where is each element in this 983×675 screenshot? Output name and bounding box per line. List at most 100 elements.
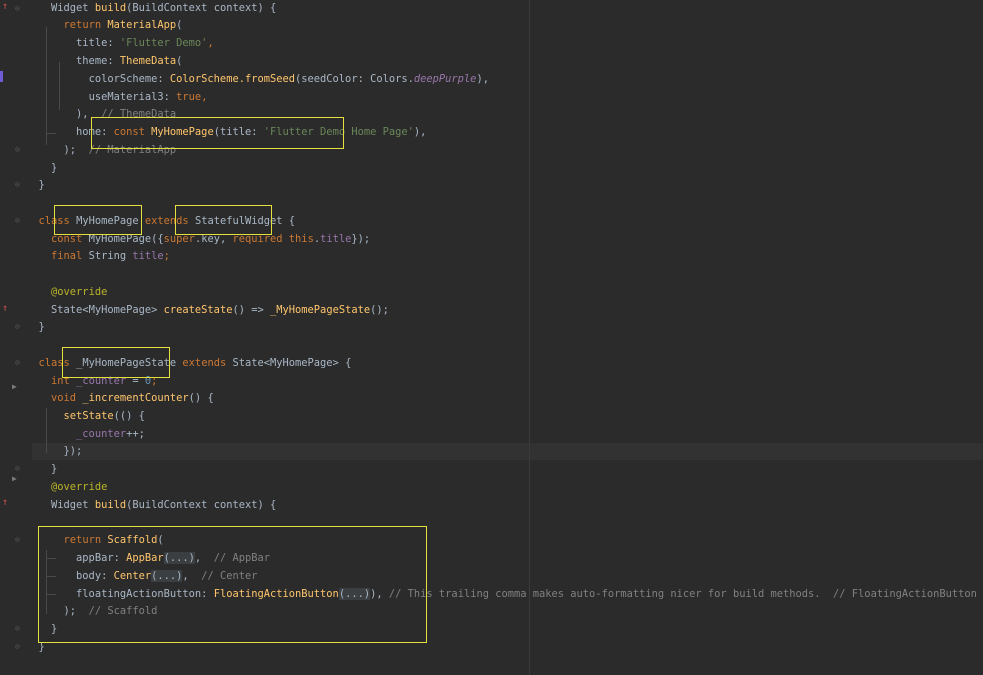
bookmark-marker [0, 71, 3, 82]
code-line[interactable]: colorScheme: ColorScheme.fromSeed(seedCo… [26, 71, 489, 88]
fold-marker-icon[interactable]: ⊖ [15, 180, 20, 190]
code-line[interactable]: } [26, 177, 45, 194]
statefulwidget-box [175, 205, 272, 235]
myhomepagestate-box [62, 347, 170, 378]
fold-marker-icon[interactable]: ⊖ [15, 464, 20, 474]
fold-marker-icon[interactable]: ⊖ [15, 4, 20, 14]
code-line[interactable]: }); [26, 443, 83, 460]
code-token: colorScheme: [88, 73, 170, 85]
code-token: void [51, 392, 83, 404]
code-token: State<MyHomePage> { [232, 357, 352, 369]
code-line[interactable]: } [26, 319, 45, 336]
fold-marker-icon[interactable]: ⊖ [15, 145, 20, 155]
code-line[interactable]: useMaterial3: true, [26, 89, 208, 106]
code-token: setState [63, 410, 114, 422]
code-line[interactable]: State<MyHomePage> createState() => _MyHo… [26, 302, 389, 319]
code-token: build [94, 499, 127, 511]
code-token: true [176, 91, 202, 103]
run-arrow-icon[interactable]: ▶ [12, 474, 17, 484]
code-token: fromSeed [244, 73, 296, 85]
code-line[interactable]: return MaterialApp( [26, 17, 183, 34]
code-token: { [288, 215, 296, 227]
code-token: extends [182, 357, 233, 369]
code-line[interactable]: @override [26, 479, 107, 496]
fold-marker-icon[interactable]: ⊖ [15, 642, 20, 652]
code-line[interactable]: setState(() { [26, 408, 145, 425]
code-token: State<MyHomePage> [51, 304, 164, 316]
myhomepage-class-box [54, 205, 142, 235]
code-token: () { [188, 392, 214, 404]
code-token: , [201, 91, 208, 103]
code-token: useMaterial3: [88, 91, 177, 103]
code-token: ; [163, 250, 170, 262]
code-line[interactable]: title: 'Flutter Demo', [26, 35, 214, 52]
override-arrow-icon[interactable]: ↑ [2, 304, 8, 314]
code-token: title [132, 250, 164, 262]
fold-marker-icon[interactable]: ⊖ [15, 322, 20, 332]
fold-marker-icon[interactable]: ⊖ [15, 624, 20, 634]
code-token: @override [51, 481, 108, 493]
code-token: ({ [151, 233, 164, 245]
override-arrow-icon[interactable]: ↑ [2, 2, 8, 12]
code-token: }); [63, 445, 83, 457]
code-token: }); [351, 233, 371, 245]
code-line[interactable]: Widget build(BuildContext context) { [26, 497, 276, 514]
run-arrow-icon[interactable]: ▶ [12, 382, 17, 392]
code-line[interactable]: void _incrementCounter() { [26, 390, 214, 407]
code-token: (BuildContext context) { [126, 2, 277, 14]
code-token: deepPurple [413, 73, 477, 85]
override-arrow-icon[interactable]: ↑ [2, 498, 8, 508]
code-token: } [51, 162, 58, 174]
const-myhomepage-box [91, 117, 344, 149]
code-token: // This trailing comma makes auto-format… [388, 588, 977, 600]
code-token: String [88, 250, 133, 262]
code-token: (seedColor: Colors. [295, 73, 414, 85]
code-line[interactable]: final String title; [26, 248, 170, 265]
code-token: ), [476, 73, 489, 85]
code-line[interactable]: } [26, 160, 57, 177]
code-token: () => [232, 304, 271, 316]
code-token: Widget [51, 499, 95, 511]
code-token: Widget [51, 2, 95, 14]
code-line[interactable]: @override [26, 284, 107, 301]
code-token: (); [370, 304, 389, 316]
code-token: ColorScheme. [169, 73, 245, 85]
code-line[interactable]: Widget build(BuildContext context) { [26, 0, 276, 17]
code-line[interactable]: } [26, 461, 57, 478]
code-token: } [38, 179, 45, 191]
code-line[interactable]: theme: ThemeData( [26, 53, 182, 70]
code-token: ), [413, 126, 427, 138]
code-line[interactable]: _counter++; [26, 426, 145, 443]
code-token: } [38, 321, 45, 333]
code-token: _counter [76, 428, 127, 440]
code-token: createState [163, 304, 233, 316]
code-token: final [51, 250, 89, 262]
code-token: theme: [76, 55, 120, 67]
fold-marker-icon[interactable]: ⊖ [15, 535, 20, 545]
code-token: ( [176, 19, 183, 31]
fold-marker-icon[interactable]: ⊖ [15, 358, 20, 368]
scaffold-block-box [38, 526, 427, 643]
fold-marker-icon[interactable]: ⊖ [15, 216, 20, 226]
